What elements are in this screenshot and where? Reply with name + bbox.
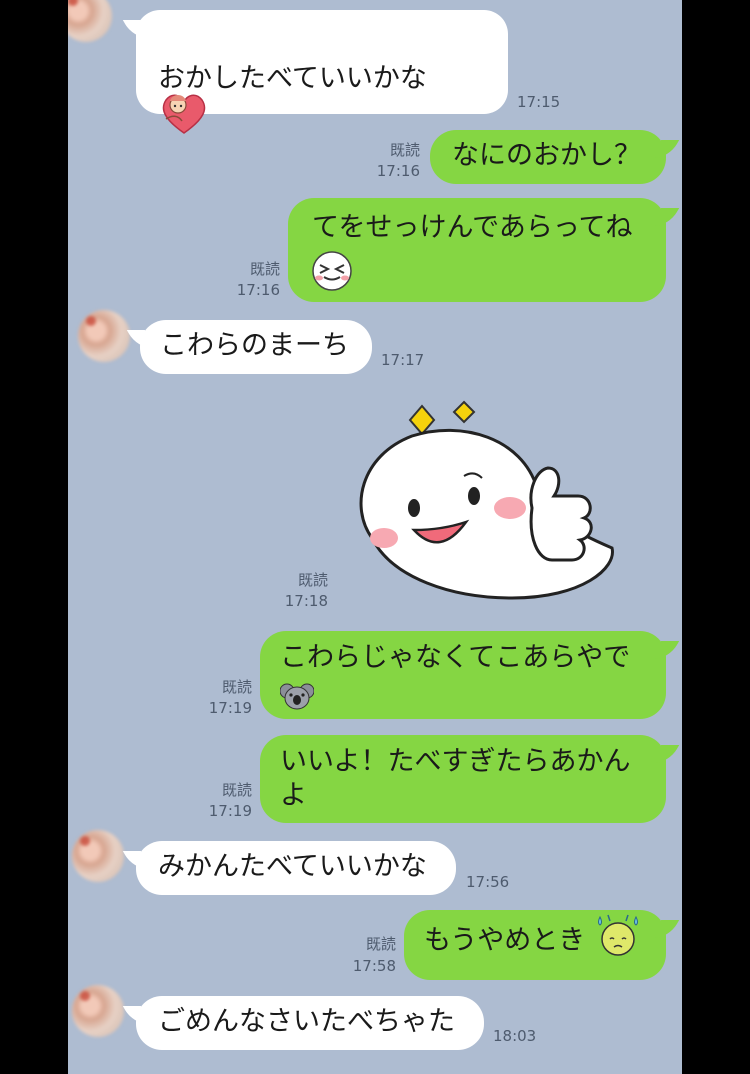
message-time: 17:17: [381, 351, 425, 369]
message-time: 17:19: [208, 802, 252, 820]
message-time: 17:19: [208, 699, 252, 717]
message-time: 17:16: [376, 162, 420, 180]
avatar[interactable]: [72, 985, 124, 1037]
read-receipt: 既読: [389, 141, 420, 159]
message-time: 17:56: [466, 873, 510, 891]
squint-face-emoji: [312, 251, 352, 291]
message-text: もうやめとき: [424, 925, 586, 956]
message-time: 17:15: [517, 93, 561, 111]
avatar[interactable]: [72, 830, 124, 882]
message-text-line: いいよ！たべすぎたらあかん: [280, 746, 631, 777]
message-bubble[interactable]: おかしたべていいかな: [136, 10, 508, 134]
read-receipt: 既読: [365, 935, 396, 953]
thumbs-up-blob-sticker[interactable]: [352, 398, 642, 608]
message-bubble[interactable]: こわらのまーち: [140, 320, 372, 374]
message-bubble[interactable]: もうやめとき: [404, 910, 666, 980]
message-text: みかんたべていいかな: [158, 851, 427, 882]
message-bubble[interactable]: こわらじゃなくてこあらやで: [260, 631, 666, 719]
message-text-line: よ: [280, 780, 307, 811]
message-time: 17:58: [352, 957, 396, 975]
read-receipt: 既読: [249, 260, 280, 278]
avatar[interactable]: [68, 0, 112, 42]
message-text: こわらじゃなくてこあらやで: [280, 642, 631, 673]
message-bubble[interactable]: なにのおかし？: [430, 130, 666, 184]
message-text: なにのおかし？: [452, 140, 641, 171]
message-time: 18:03: [493, 1027, 537, 1045]
read-receipt: 既読: [221, 781, 252, 799]
message-bubble[interactable]: ごめんなさいたべちゃた: [136, 996, 484, 1050]
message-text: ごめんなさいたべちゃた: [158, 1006, 455, 1037]
screen-edge-left: [0, 0, 68, 1074]
sweat-face-emoji: [597, 914, 638, 956]
heart-hug-emoji: [162, 94, 206, 134]
message-text: てをせっけんであらってね: [312, 212, 633, 243]
read-receipt: 既読: [297, 571, 328, 589]
message-text: こわらのまーち: [160, 330, 349, 361]
read-receipt: 既読: [221, 678, 252, 696]
message-bubble[interactable]: てをせっけんであらってね: [288, 198, 666, 302]
chat-area[interactable]: おかしたべていいかな 17:15 なにのおかし？ 既読 17:16 てをせっけん…: [68, 0, 682, 1074]
screen-edge-right: [682, 0, 750, 1074]
koala-emoji: [280, 683, 314, 709]
message-bubble[interactable]: いいよ！たべすぎたらあかん よ: [260, 735, 666, 823]
message-time: 17:18: [284, 592, 328, 610]
avatar[interactable]: [78, 310, 130, 362]
message-time: 17:16: [236, 281, 280, 299]
message-bubble[interactable]: みかんたべていいかな: [136, 841, 456, 895]
